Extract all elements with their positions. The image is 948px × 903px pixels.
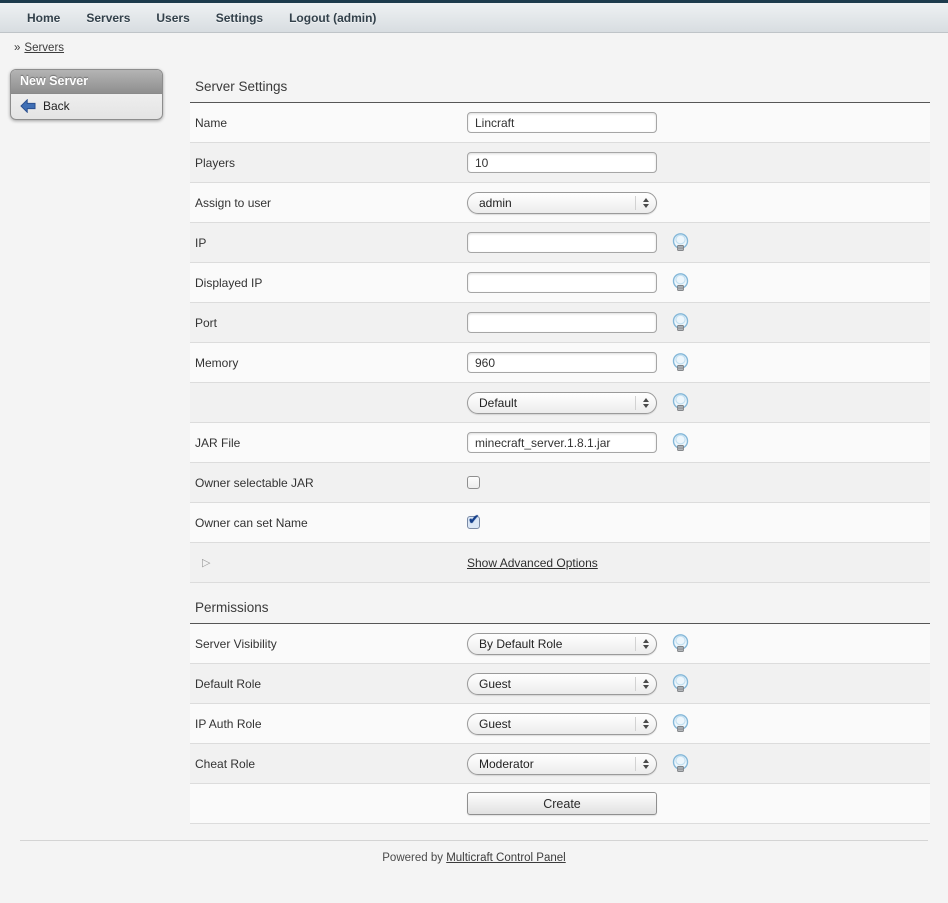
owner-selectable-jar-label: Owner selectable JAR [195, 476, 467, 490]
main-content: Server Settings Name Players Assign to u… [180, 60, 948, 824]
section-title-server-settings: Server Settings [190, 60, 930, 103]
breadcrumb: » Servers [0, 33, 948, 60]
select-stepper-icon [635, 717, 649, 731]
nav-item-users[interactable]: Users [156, 11, 189, 25]
form-row-owner-selectable-jar: Owner selectable JAR [190, 463, 930, 503]
form-row-server-visibility: Server Visibility By Default Role [190, 624, 930, 664]
memory-profile-select[interactable]: Default [467, 392, 657, 414]
select-stepper-icon [635, 637, 649, 651]
sidebar-menu-box: New Server Back [10, 69, 163, 120]
permissions-rows: Server Visibility By Default Role [190, 624, 930, 824]
ip-auth-role-label: IP Auth Role [195, 717, 467, 731]
form-row-create: Create [190, 784, 930, 824]
server-visibility-label: Server Visibility [195, 637, 467, 651]
breadcrumb-link-servers[interactable]: Servers [24, 42, 64, 54]
sidebar-title: New Server [11, 70, 162, 94]
cheat-role-select[interactable]: Moderator [467, 753, 657, 775]
default-role-help-bulb-icon[interactable] [672, 674, 689, 693]
memory-profile-help-bulb-icon[interactable] [672, 393, 689, 412]
select-stepper-icon [635, 677, 649, 691]
form-row-jar-file: JAR File [190, 423, 930, 463]
jar-file-help-bulb-icon[interactable] [672, 433, 689, 452]
memory-input[interactable] [467, 352, 657, 373]
assign-to-user-label: Assign to user [195, 196, 467, 210]
form-row-players: Players [190, 143, 930, 183]
disclosure-triangle-icon[interactable]: ▷ [195, 556, 467, 569]
nav-item-servers[interactable]: Servers [86, 11, 130, 25]
form-row-assign-to-user: Assign to user admin [190, 183, 930, 223]
server-visibility-select[interactable]: By Default Role [467, 633, 657, 655]
ip-auth-role-selected-value: Guest [479, 717, 511, 731]
assign-to-user-select[interactable]: admin [467, 192, 657, 214]
port-input[interactable] [467, 312, 657, 333]
form-row-default-role: Default Role Guest [190, 664, 930, 704]
displayed-ip-input[interactable] [467, 272, 657, 293]
server-visibility-selected-value: By Default Role [479, 637, 562, 651]
players-input[interactable] [467, 152, 657, 173]
memory-profile-selected-value: Default [479, 396, 517, 410]
footer: Powered by Multicraft Control Panel [20, 840, 928, 894]
owner-selectable-jar-checkbox[interactable] [467, 476, 480, 489]
sidebar-back-label: Back [43, 99, 70, 113]
form-row-port: Port [190, 303, 930, 343]
nav-item-home[interactable]: Home [27, 11, 60, 25]
section-title-permissions: Permissions [190, 583, 930, 624]
cheat-role-help-bulb-icon[interactable] [672, 754, 689, 773]
cheat-role-selected-value: Moderator [479, 757, 534, 771]
show-advanced-options-link[interactable]: Show Advanced Options [467, 556, 598, 570]
default-role-label: Default Role [195, 677, 467, 691]
form-row-advanced-options: ▷ Show Advanced Options [190, 543, 930, 583]
displayed-ip-label: Displayed IP [195, 276, 467, 290]
default-role-select[interactable]: Guest [467, 673, 657, 695]
ip-help-bulb-icon[interactable] [672, 233, 689, 252]
owner-can-set-name-label: Owner can set Name [195, 516, 467, 530]
form-row-ip-auth-role: IP Auth Role Guest [190, 704, 930, 744]
server-settings-rows: Name Players Assign to user admin [190, 103, 930, 583]
sidebar-item-back[interactable]: Back [11, 94, 162, 119]
back-arrow-icon [20, 99, 36, 113]
owner-can-set-name-checkbox[interactable] [467, 516, 480, 529]
select-stepper-icon [635, 196, 649, 210]
name-input[interactable] [467, 112, 657, 133]
displayed-ip-help-bulb-icon[interactable] [672, 273, 689, 292]
cheat-role-label: Cheat Role [195, 757, 467, 771]
form-row-memory: Memory [190, 343, 930, 383]
ip-label: IP [195, 236, 467, 250]
top-navigation: Home Servers Users Settings Logout (admi… [0, 0, 948, 33]
port-help-bulb-icon[interactable] [672, 313, 689, 332]
memory-label: Memory [195, 356, 467, 370]
sidebar: New Server Back [0, 60, 180, 120]
form-row-memory-profile: Default [190, 383, 930, 423]
ip-auth-role-help-bulb-icon[interactable] [672, 714, 689, 733]
form-row-cheat-role: Cheat Role Moderator [190, 744, 930, 784]
footer-multicraft-link[interactable]: Multicraft Control Panel [446, 852, 566, 864]
create-button[interactable]: Create [467, 792, 657, 815]
select-stepper-icon [635, 396, 649, 410]
nav-item-logout[interactable]: Logout (admin) [289, 11, 376, 25]
select-stepper-icon [635, 757, 649, 771]
assign-to-user-selected-value: admin [479, 196, 512, 210]
form-row-name: Name [190, 103, 930, 143]
form-row-owner-can-set-name: Owner can set Name [190, 503, 930, 543]
footer-powered-by-text: Powered by [382, 852, 443, 864]
default-role-selected-value: Guest [479, 677, 511, 691]
server-visibility-help-bulb-icon[interactable] [672, 634, 689, 653]
nav-item-settings[interactable]: Settings [216, 11, 263, 25]
ip-input[interactable] [467, 232, 657, 253]
memory-help-bulb-icon[interactable] [672, 353, 689, 372]
form-row-ip: IP [190, 223, 930, 263]
port-label: Port [195, 316, 467, 330]
form-row-displayed-ip: Displayed IP [190, 263, 930, 303]
ip-auth-role-select[interactable]: Guest [467, 713, 657, 735]
jar-file-input[interactable] [467, 432, 657, 453]
jar-file-label: JAR File [195, 436, 467, 450]
players-label: Players [195, 156, 467, 170]
name-label: Name [195, 116, 467, 130]
breadcrumb-separator: » [14, 42, 20, 54]
